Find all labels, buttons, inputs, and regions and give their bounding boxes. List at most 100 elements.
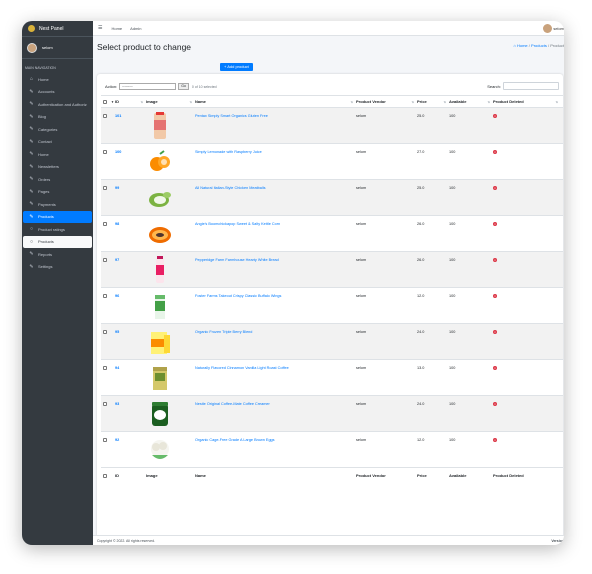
column-header[interactable]: Price: [417, 99, 427, 104]
row-checkbox[interactable]: [103, 222, 107, 226]
product-id-link[interactable]: 92: [115, 438, 119, 442]
product-name-link[interactable]: Pepperidge Farm Farmhouse Hearty White B…: [195, 258, 279, 262]
table-row: 100 Simply Lemonade with Raspberry Juice s…: [101, 143, 563, 179]
table-cell: 26.0: [417, 252, 424, 287]
row-checkbox[interactable]: [103, 330, 107, 334]
table-cell: [103, 180, 107, 215]
sort-icon[interactable]: ⇅: [140, 100, 143, 104]
table-cell: ×: [493, 180, 497, 215]
sidebar-item-products[interactable]: ○ Products: [23, 235, 92, 248]
sidebar-item-newsletters[interactable]: ✎ Newsletters: [23, 161, 92, 174]
sort-icon[interactable]: ⇅: [189, 100, 192, 104]
breadcrumb-current: Product: [550, 43, 564, 48]
sidebar-item-product-ratings[interactable]: ○ Product ratings: [23, 223, 92, 236]
table-cell: ▼: [103, 96, 114, 107]
sort-icon[interactable]: ⇅: [487, 100, 490, 104]
product-name-link[interactable]: Angie's Boomchickapop Sweet & Salty Kett…: [195, 222, 280, 226]
select-all-checkbox[interactable]: [103, 473, 107, 478]
sidebar-item-categories[interactable]: ✎ Categories: [23, 123, 92, 136]
edit-icon: ✎: [29, 213, 34, 220]
search-input[interactable]: [503, 82, 559, 90]
column-header[interactable]: ID: [115, 99, 119, 104]
column-header[interactable]: Image: [146, 99, 158, 104]
select-all-checkbox[interactable]: [103, 99, 107, 104]
table-cell: 26.0: [417, 216, 424, 251]
sidebar-item-pages[interactable]: ✎ Pages: [23, 186, 92, 199]
user-panel[interactable]: selom: [22, 37, 93, 59]
sidebar-item-label: Authentication and Authoriz: [38, 101, 87, 107]
sort-icon[interactable]: ⇅: [411, 100, 414, 104]
product-id-link[interactable]: 95: [115, 330, 119, 334]
product-name-link[interactable]: Pentax Simply Smart Organics Gluten Free: [195, 114, 268, 118]
product-name-link[interactable]: Simply Lemonade with Raspberry Juice: [195, 150, 262, 154]
sort-icon[interactable]: ⇅: [350, 100, 353, 104]
sidebar-item-home[interactable]: ✎ Home: [23, 148, 92, 161]
action-select[interactable]: ---------: [119, 83, 177, 90]
table-cell: 100: [449, 252, 455, 287]
topbar-user-name[interactable]: selom: [553, 26, 564, 31]
sidebar-item-blog[interactable]: ✎ Blog: [23, 111, 92, 124]
row-checkbox[interactable]: [103, 150, 107, 154]
add-product-button[interactable]: + Add product: [220, 63, 253, 71]
product-id-link[interactable]: 96: [115, 294, 119, 298]
sort-icon[interactable]: ▼: [111, 100, 114, 104]
table-cell: ID: [115, 468, 119, 483]
row-checkbox[interactable]: [103, 438, 107, 442]
column-header: Available: [449, 473, 467, 478]
sort-icon[interactable]: ⇅: [443, 100, 446, 104]
brand[interactable]: Nest Panel: [22, 21, 93, 37]
menu-toggle-icon[interactable]: ☰: [98, 25, 102, 31]
product-vendor: selom: [356, 294, 367, 298]
edit-icon: ✎: [29, 101, 34, 108]
home-icon: ⌂: [29, 76, 34, 83]
table-cell: ×: [493, 252, 497, 287]
product-name-link[interactable]: Foster Farms Takeout Crispy Classic Buff…: [195, 294, 281, 298]
column-header[interactable]: Name: [195, 99, 206, 104]
sidebar-item-products[interactable]: ✎ Products: [23, 210, 92, 223]
column-header: ID: [115, 473, 119, 478]
topbar-link-home[interactable]: Home: [111, 26, 122, 31]
row-checkbox[interactable]: [103, 186, 107, 190]
sidebar-item-orders[interactable]: ✎ Orders: [23, 173, 92, 186]
sidebar-item-accounts[interactable]: ✎ Accounts: [23, 86, 92, 99]
product-id-link[interactable]: 100: [115, 150, 121, 154]
product-id-link[interactable]: 93: [115, 402, 119, 406]
breadcrumb-home[interactable]: ⌂ Home: [513, 43, 527, 48]
table-cell: 12.0: [417, 432, 424, 467]
product-id-link[interactable]: 98: [115, 222, 119, 226]
orange-slices-thumbnail: [146, 147, 174, 177]
column-header: Price: [417, 473, 427, 478]
product-id-link[interactable]: 97: [115, 258, 119, 262]
product-price: 26.0: [417, 222, 425, 226]
sidebar-item-home[interactable]: ⌂ Home: [23, 73, 92, 86]
product-name-link[interactable]: Naturally Flavored Cinnamon Vanilla Ligh…: [195, 366, 289, 370]
table-row: 95 Organic Frozen Triple Berry Blend selom…: [101, 323, 563, 359]
column-header[interactable]: Product Vendor: [356, 99, 386, 104]
column-header[interactable]: Available: [449, 99, 466, 104]
sidebar-item-reports[interactable]: ✎ Reports: [23, 248, 92, 261]
column-header[interactable]: Product Deleted: [493, 99, 524, 104]
product-id-link[interactable]: 99: [115, 186, 119, 190]
row-checkbox[interactable]: [103, 294, 107, 298]
row-checkbox[interactable]: [103, 114, 107, 118]
sidebar-item-contact[interactable]: ✎ Contact: [23, 136, 92, 149]
go-button[interactable]: Go: [178, 83, 189, 90]
row-checkbox[interactable]: [103, 402, 107, 406]
topbar-avatar[interactable]: [543, 24, 552, 33]
sidebar-item-settings[interactable]: ✎ Settings: [23, 261, 92, 274]
product-name-link[interactable]: Nestle Original Coffee-Mate Coffee Cream…: [195, 402, 270, 406]
product-name-link[interactable]: Organic Cage-Free Grade A Large Brown Eg…: [195, 438, 275, 442]
table-cell: Foster Farms Takeout Crispy Classic Buff…: [195, 288, 281, 323]
topbar-link-admin[interactable]: Admin: [130, 26, 141, 31]
breadcrumb-products[interactable]: Products: [531, 43, 547, 48]
green-tin-thumbnail: [146, 399, 174, 429]
sort-icon[interactable]: ⇅: [555, 100, 558, 104]
sidebar-item-authentication-and-authoriz[interactable]: ✎ Authentication and Authoriz: [23, 98, 92, 111]
product-name-link[interactable]: All Natural Italian-Style Chicken Meatba…: [195, 186, 265, 190]
row-checkbox[interactable]: [103, 366, 107, 370]
product-id-link[interactable]: 101: [115, 114, 121, 118]
product-name-link[interactable]: Organic Frozen Triple Berry Blend: [195, 330, 252, 334]
product-id-link[interactable]: 94: [115, 366, 119, 370]
row-checkbox[interactable]: [103, 258, 107, 262]
sidebar-item-payments[interactable]: ✎ Payments: [23, 198, 92, 211]
